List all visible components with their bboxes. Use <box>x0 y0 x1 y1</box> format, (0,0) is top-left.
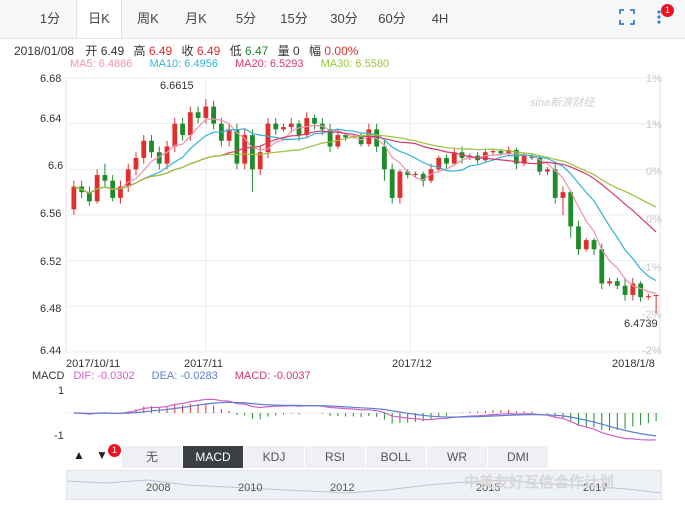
candle-body <box>312 117 317 124</box>
candle-body <box>288 123 294 128</box>
candle-body <box>607 281 612 284</box>
candle-body <box>568 192 574 227</box>
candle-body <box>576 226 581 250</box>
y-tick-label: 6.44 <box>40 345 62 357</box>
candle-body <box>250 135 255 170</box>
indicator-rsi-button[interactable]: RSI <box>305 446 366 468</box>
pct-tick-label: 0% <box>646 166 662 178</box>
high-annotation: 6.6615 <box>160 80 194 92</box>
candle-body <box>195 112 201 118</box>
pct-tick-label: -1% <box>642 262 662 274</box>
candle-body <box>397 171 403 198</box>
candle-body <box>560 192 566 198</box>
x-tick-label: 2017/12 <box>392 358 432 370</box>
y-tick-label: 6.68 <box>40 73 62 85</box>
indicator-wr-button[interactable]: WR <box>427 446 488 468</box>
candle-body <box>102 175 108 181</box>
nav-year-label: 2008 <box>146 482 171 494</box>
candle-body <box>133 157 139 170</box>
candle-body <box>149 140 154 153</box>
indicator-boll-button[interactable]: BOLL <box>366 446 427 468</box>
candle-body <box>172 123 178 147</box>
candle-body <box>382 146 387 170</box>
candle-body <box>71 186 77 210</box>
candle-body <box>296 123 302 136</box>
y-tick-label: 6.64 <box>40 113 62 125</box>
macd-y-tick: -1 <box>54 430 64 442</box>
indicator-kdj-button[interactable]: KDJ <box>244 446 305 468</box>
pct-tick-label: 0% <box>646 214 662 226</box>
candle-body <box>281 127 286 130</box>
candle-body <box>490 151 496 153</box>
candle-body <box>164 146 170 164</box>
macd-title: MACD <box>32 370 65 382</box>
candle-body <box>638 283 643 298</box>
nav-year-label: 2010 <box>238 482 263 494</box>
candle-body <box>187 112 193 136</box>
pct-tick-label: 1% <box>646 119 662 131</box>
candle-body <box>226 129 232 141</box>
dif-legend: DIF: -0.0302 <box>73 370 135 382</box>
y-tick-label: 6.48 <box>40 303 62 315</box>
candle-body <box>614 281 620 286</box>
indicator-macd-button[interactable]: MACD <box>183 446 244 468</box>
candle-body <box>645 296 651 298</box>
dif-line <box>73 398 657 441</box>
x-tick-label: 2018/1/8 <box>612 358 655 370</box>
candle-body <box>552 169 558 198</box>
y-tick-label: 6.6 <box>48 160 64 172</box>
nav-year-label: 2012 <box>330 482 355 494</box>
y-tick-label: 6.52 <box>40 256 62 268</box>
candle-body <box>444 157 449 164</box>
dea-legend: DEA: -0.0283 <box>151 370 218 382</box>
candle-body <box>653 294 659 297</box>
indicator-dmi-button[interactable]: DMI <box>488 446 549 468</box>
candle-body <box>413 173 418 176</box>
pct-tick-label: -2% <box>642 345 662 357</box>
macd-hist-legend: MACD: -0.0037 <box>234 370 311 382</box>
candle-body <box>273 123 279 130</box>
indicator-none-button[interactable]: 无 <box>122 446 183 468</box>
candle-body <box>591 240 597 250</box>
macd-legend: MACD DIF: -0.0302 DEA: -0.0283 MACD: -0.… <box>32 370 325 382</box>
x-tick-label: 2017/10/11 <box>66 358 121 370</box>
y-tick-label: 6.56 <box>40 208 62 220</box>
candle-body <box>599 249 605 284</box>
candle-body <box>180 123 185 136</box>
candle-body <box>622 285 628 295</box>
candle-body <box>583 240 589 250</box>
candle-body <box>203 106 209 118</box>
candle-body <box>545 169 550 172</box>
indicator-bar: 无 MACD KDJ RSI BOLL WR DMI <box>66 446 656 468</box>
low-annotation: 6.4739 <box>624 318 658 330</box>
watermark-text: 中美友好互信合作计划 <box>464 474 615 491</box>
candle-body <box>141 140 147 158</box>
macd-y-tick: 1 <box>58 385 65 397</box>
x-tick-label: 2017/11 <box>184 358 223 370</box>
candle-body <box>211 106 217 124</box>
candle-body <box>389 169 395 198</box>
pct-tick-label: 1% <box>646 73 662 85</box>
candle-body <box>498 151 504 154</box>
